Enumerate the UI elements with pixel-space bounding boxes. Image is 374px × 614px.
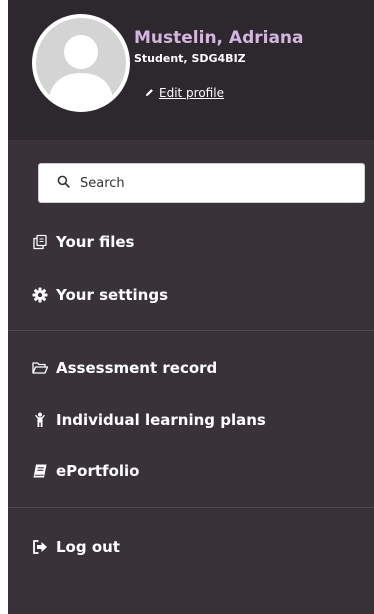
files-icon — [32, 234, 48, 250]
search-placeholder: Search — [80, 175, 125, 191]
nav-item-assessment-record[interactable]: Assessment record — [32, 356, 217, 380]
user-role: Student, SDG4BIZ — [134, 52, 246, 65]
nav-item-eportfolio[interactable]: ePortfolio — [32, 459, 139, 483]
nav-item-your-files[interactable]: Your files — [32, 230, 134, 254]
logout-icon — [32, 539, 48, 555]
search-icon — [57, 175, 70, 192]
edit-profile-link[interactable]: Edit profile — [145, 86, 224, 100]
nav-item-your-settings[interactable]: Your settings — [32, 283, 168, 307]
nav-label: Assessment record — [56, 359, 218, 377]
profile-header: Mustelin, Adriana Student, SDG4BIZ Edit … — [8, 0, 374, 140]
nav-item-log-out[interactable]: Log out — [32, 535, 120, 559]
user-menu-panel: Mustelin, Adriana Student, SDG4BIZ Edit … — [8, 0, 374, 614]
person-icon — [32, 412, 48, 428]
nav-label: ePortfolio — [56, 462, 140, 480]
search-input[interactable]: Search — [38, 163, 365, 203]
nav-label: Individual learning plans — [56, 411, 266, 429]
nav-label: Your files — [56, 233, 135, 251]
avatar-placeholder-icon — [36, 18, 126, 108]
avatar[interactable] — [32, 14, 130, 112]
gear-icon — [32, 287, 48, 303]
nav-label: Log out — [56, 538, 120, 556]
nav-label: Your settings — [56, 286, 169, 304]
book-icon — [32, 463, 48, 479]
edit-profile-label: Edit profile — [159, 86, 224, 100]
pencil-icon — [145, 86, 154, 100]
user-name: Mustelin, Adriana — [134, 28, 304, 48]
divider — [8, 507, 374, 508]
nav-item-individual-learning-plans[interactable]: Individual learning plans — [32, 408, 266, 432]
folder-open-icon — [32, 360, 48, 376]
divider — [8, 330, 374, 331]
